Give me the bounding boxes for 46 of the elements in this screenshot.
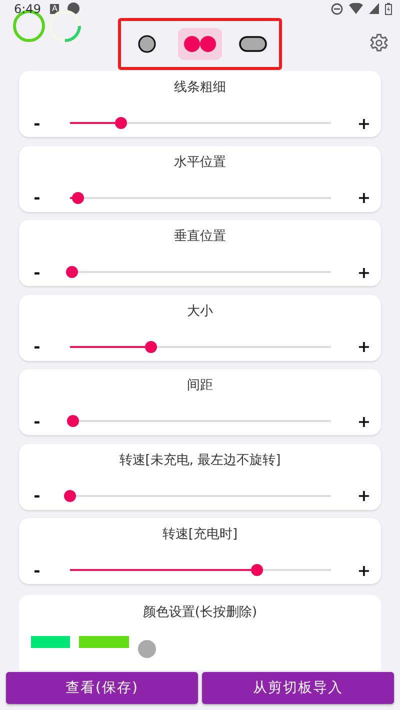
color-swatch[interactable] (31, 636, 70, 648)
signal-icon (369, 3, 379, 14)
slider-title: 转速[未充电, 最左边不旋转] (119, 452, 281, 470)
clock: 6:49 (14, 2, 42, 16)
decrease-button[interactable]: - (28, 486, 46, 505)
decrease-button[interactable]: - (28, 188, 46, 207)
decrease-button[interactable]: - (28, 114, 46, 132)
two-dots-icon (182, 35, 217, 53)
slider-title: 转速[充电时] (162, 526, 238, 544)
section-title: 颜色设置(长按删除) (142, 604, 258, 622)
import-clipboard-button[interactable]: 从剪切板导入 (202, 672, 394, 704)
slider-thumb[interactable] (114, 117, 127, 129)
battery-icon (385, 2, 392, 14)
increase-button[interactable]: + (355, 412, 373, 430)
do-not-disturb-icon (331, 2, 343, 14)
decrease-button[interactable]: - (28, 337, 46, 356)
slider-title: 水平位置 (174, 154, 226, 172)
notification-badge: A (50, 4, 60, 14)
slider-title: 垂直位置 (174, 228, 226, 246)
color-swatch[interactable] (79, 636, 129, 648)
decrease-button[interactable]: - (28, 560, 46, 580)
increase-button[interactable]: + (355, 188, 373, 207)
pill-icon (238, 36, 267, 52)
slider-title: 间距 (187, 377, 213, 395)
view-save-button[interactable]: 查看(保存) (6, 672, 198, 704)
decrease-button[interactable]: - (28, 412, 46, 430)
slider-thumb[interactable] (72, 192, 84, 204)
wifi-icon (349, 3, 363, 14)
slider-thumb[interactable] (66, 266, 78, 278)
increase-button[interactable]: + (355, 560, 373, 580)
slider-title: 大小 (187, 302, 213, 320)
slider-thumb[interactable] (64, 490, 76, 502)
slider-thumb[interactable] (67, 415, 80, 427)
increase-button[interactable]: + (355, 486, 373, 505)
add-color-button[interactable] (138, 640, 156, 658)
increase-button[interactable]: + (355, 337, 373, 356)
increase-button[interactable]: + (355, 262, 373, 282)
settings-icon[interactable] (369, 33, 389, 53)
dot-icon (67, 2, 80, 15)
slider-title: 线条粗细 (174, 79, 226, 97)
decrease-button[interactable]: - (28, 262, 46, 282)
slider-thumb[interactable] (251, 564, 264, 576)
slider-thumb[interactable] (144, 340, 157, 352)
circle-icon (138, 35, 156, 53)
ring-icon (48, 9, 82, 43)
increase-button[interactable]: + (355, 114, 373, 132)
